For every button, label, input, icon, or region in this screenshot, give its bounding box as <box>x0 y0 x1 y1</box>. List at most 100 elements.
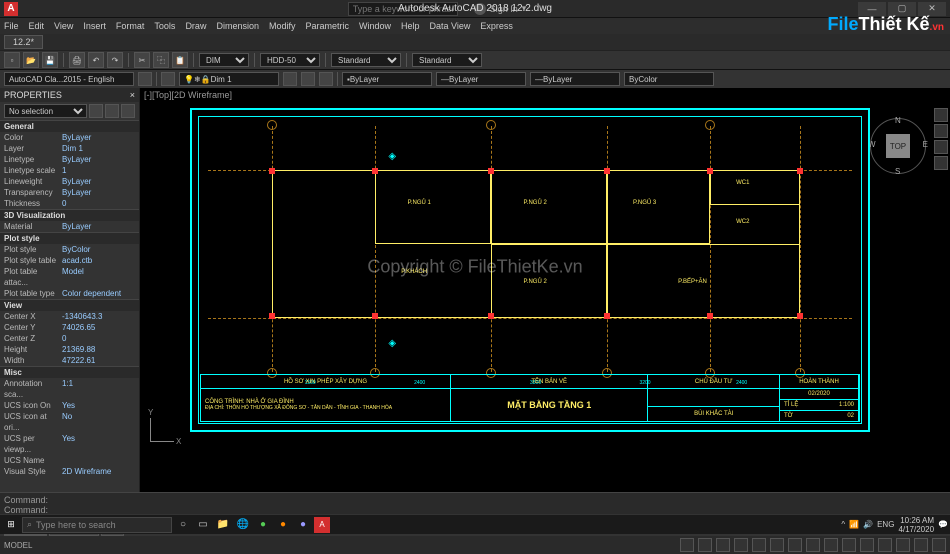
explorer-icon[interactable]: 📁 <box>214 516 232 534</box>
otrack-toggle-icon[interactable] <box>770 538 784 552</box>
property-row[interactable]: UCS per viewp...Yes <box>0 433 139 455</box>
osnap-toggle-icon[interactable] <box>752 538 766 552</box>
print-icon[interactable]: 🖨 <box>69 52 85 68</box>
paste-icon[interactable]: 📋 <box>172 52 188 68</box>
linetype-combo[interactable]: — ByLayer <box>436 72 526 86</box>
property-row[interactable]: Visual Style2D Wireframe <box>0 466 139 477</box>
layer-btn2-icon[interactable] <box>301 72 315 86</box>
start-button[interactable]: ⊞ <box>2 516 20 534</box>
tray-chevron-icon[interactable]: ^ <box>841 520 845 529</box>
tray-time[interactable]: 10:26 AM <box>898 516 934 525</box>
properties-close-icon[interactable]: × <box>130 90 135 100</box>
property-value[interactable]: 2D Wireframe <box>62 466 135 477</box>
anno-scale-icon[interactable] <box>824 538 838 552</box>
property-section-header[interactable]: Misc <box>0 366 139 378</box>
tray-network-icon[interactable]: 📶 <box>849 520 859 529</box>
undo-icon[interactable]: ↶ <box>88 52 104 68</box>
hw-accel-icon[interactable] <box>896 538 910 552</box>
dim-style-combo[interactable]: DIM <box>199 53 249 67</box>
selection-combo[interactable]: No selection <box>4 104 87 118</box>
property-row[interactable]: UCS icon at ori...No <box>0 411 139 433</box>
open-icon[interactable]: 📂 <box>23 52 39 68</box>
property-value[interactable]: 47222.61 <box>62 355 135 366</box>
layer-props-icon[interactable] <box>161 72 175 86</box>
property-row[interactable]: Height21369.88 <box>0 344 139 355</box>
app-icon[interactable]: ● <box>294 516 312 534</box>
polar-toggle-icon[interactable] <box>734 538 748 552</box>
viewcube-top[interactable]: TOP <box>886 134 910 158</box>
property-value[interactable]: No <box>62 411 135 433</box>
property-row[interactable]: Center Y74026.65 <box>0 322 139 333</box>
property-row[interactable]: Plot styleByColor <box>0 244 139 255</box>
menu-insert[interactable]: Insert <box>83 21 106 31</box>
color-combo[interactable]: ▪ ByLayer <box>342 72 432 86</box>
property-row[interactable]: UCS Name <box>0 455 139 466</box>
property-row[interactable]: Width47222.61 <box>0 355 139 366</box>
drawing-canvas[interactable]: [-][Top][2D Wireframe] TOP N S W E <box>140 88 950 492</box>
workspace-gear-icon[interactable] <box>138 72 152 86</box>
cut-icon[interactable]: ✂ <box>134 52 150 68</box>
property-value[interactable]: Yes <box>62 433 135 455</box>
copy-icon[interactable]: ⿻ <box>153 52 169 68</box>
property-value[interactable]: 1 <box>62 165 135 176</box>
menu-help[interactable]: Help <box>401 21 420 31</box>
chrome-icon[interactable]: 🌐 <box>234 516 252 534</box>
workspace-switch-icon[interactable] <box>842 538 856 552</box>
plotstyle-combo[interactable]: ByColor <box>624 72 714 86</box>
property-row[interactable]: LayerDim 1 <box>0 143 139 154</box>
new-icon[interactable]: ▫ <box>4 52 20 68</box>
snap-toggle-icon[interactable] <box>698 538 712 552</box>
cortana-icon[interactable]: ○ <box>174 516 192 534</box>
property-value[interactable]: ByLayer <box>62 154 135 165</box>
menu-edit[interactable]: Edit <box>29 21 45 31</box>
anno-monitor-icon[interactable] <box>860 538 874 552</box>
property-row[interactable]: Plot table attac...Model <box>0 266 139 288</box>
property-value[interactable]: ByLayer <box>62 176 135 187</box>
nav-orbit-icon[interactable] <box>934 156 948 170</box>
property-value[interactable]: 0 <box>62 333 135 344</box>
isolate-icon[interactable] <box>878 538 892 552</box>
save-icon[interactable]: 💾 <box>42 52 58 68</box>
tray-notifications-icon[interactable]: 💬 <box>938 520 948 529</box>
property-value[interactable]: Color dependent <box>62 288 135 299</box>
redo-icon[interactable]: ↷ <box>107 52 123 68</box>
property-row[interactable]: Thickness0 <box>0 198 139 209</box>
pick-add-icon[interactable] <box>105 104 119 118</box>
nav-zoom-icon[interactable] <box>934 140 948 154</box>
app-icon[interactable]: ● <box>254 516 272 534</box>
property-section-header[interactable]: Plot style <box>0 232 139 244</box>
menu-dataview[interactable]: Data View <box>430 21 471 31</box>
property-value[interactable]: 1:1 <box>62 378 135 400</box>
property-row[interactable]: Annotation sca...1:1 <box>0 378 139 400</box>
menu-file[interactable]: File <box>4 21 19 31</box>
property-value[interactable]: Dim 1 <box>62 143 135 154</box>
workspace-combo[interactable]: AutoCAD Cla...2015 - English <box>4 72 134 86</box>
menu-modify[interactable]: Modify <box>269 21 296 31</box>
tray-volume-icon[interactable]: 🔊 <box>863 520 873 529</box>
app-icon[interactable]: ● <box>274 516 292 534</box>
property-value[interactable]: acad.ctb <box>62 255 135 266</box>
grid-toggle-icon[interactable] <box>680 538 694 552</box>
ortho-toggle-icon[interactable] <box>716 538 730 552</box>
property-value[interactable]: ByLayer <box>62 132 135 143</box>
property-section-header[interactable]: 3D Visualization <box>0 209 139 221</box>
property-value[interactable]: ByColor <box>62 244 135 255</box>
property-row[interactable]: UCS icon OnYes <box>0 400 139 411</box>
customize-icon[interactable] <box>932 538 946 552</box>
menu-tools[interactable]: Tools <box>154 21 175 31</box>
menu-format[interactable]: Format <box>116 21 145 31</box>
layer-btn3-icon[interactable] <box>319 72 333 86</box>
property-row[interactable]: Plot table typeColor dependent <box>0 288 139 299</box>
property-row[interactable]: LinetypeByLayer <box>0 154 139 165</box>
menu-view[interactable]: View <box>54 21 73 31</box>
text-style-combo[interactable]: Standard <box>331 53 401 67</box>
viewcube[interactable]: TOP N S W E <box>870 118 926 174</box>
property-value[interactable]: -1340643.3 <box>62 311 135 322</box>
nav-wheel-icon[interactable] <box>934 108 948 122</box>
property-row[interactable]: Center X-1340643.3 <box>0 311 139 322</box>
taskview-icon[interactable]: ▭ <box>194 516 212 534</box>
property-value[interactable]: ByLayer <box>62 221 135 232</box>
view-label[interactable]: [-][Top][2D Wireframe] <box>144 90 232 100</box>
lwt-toggle-icon[interactable] <box>788 538 802 552</box>
property-row[interactable]: MaterialByLayer <box>0 221 139 232</box>
